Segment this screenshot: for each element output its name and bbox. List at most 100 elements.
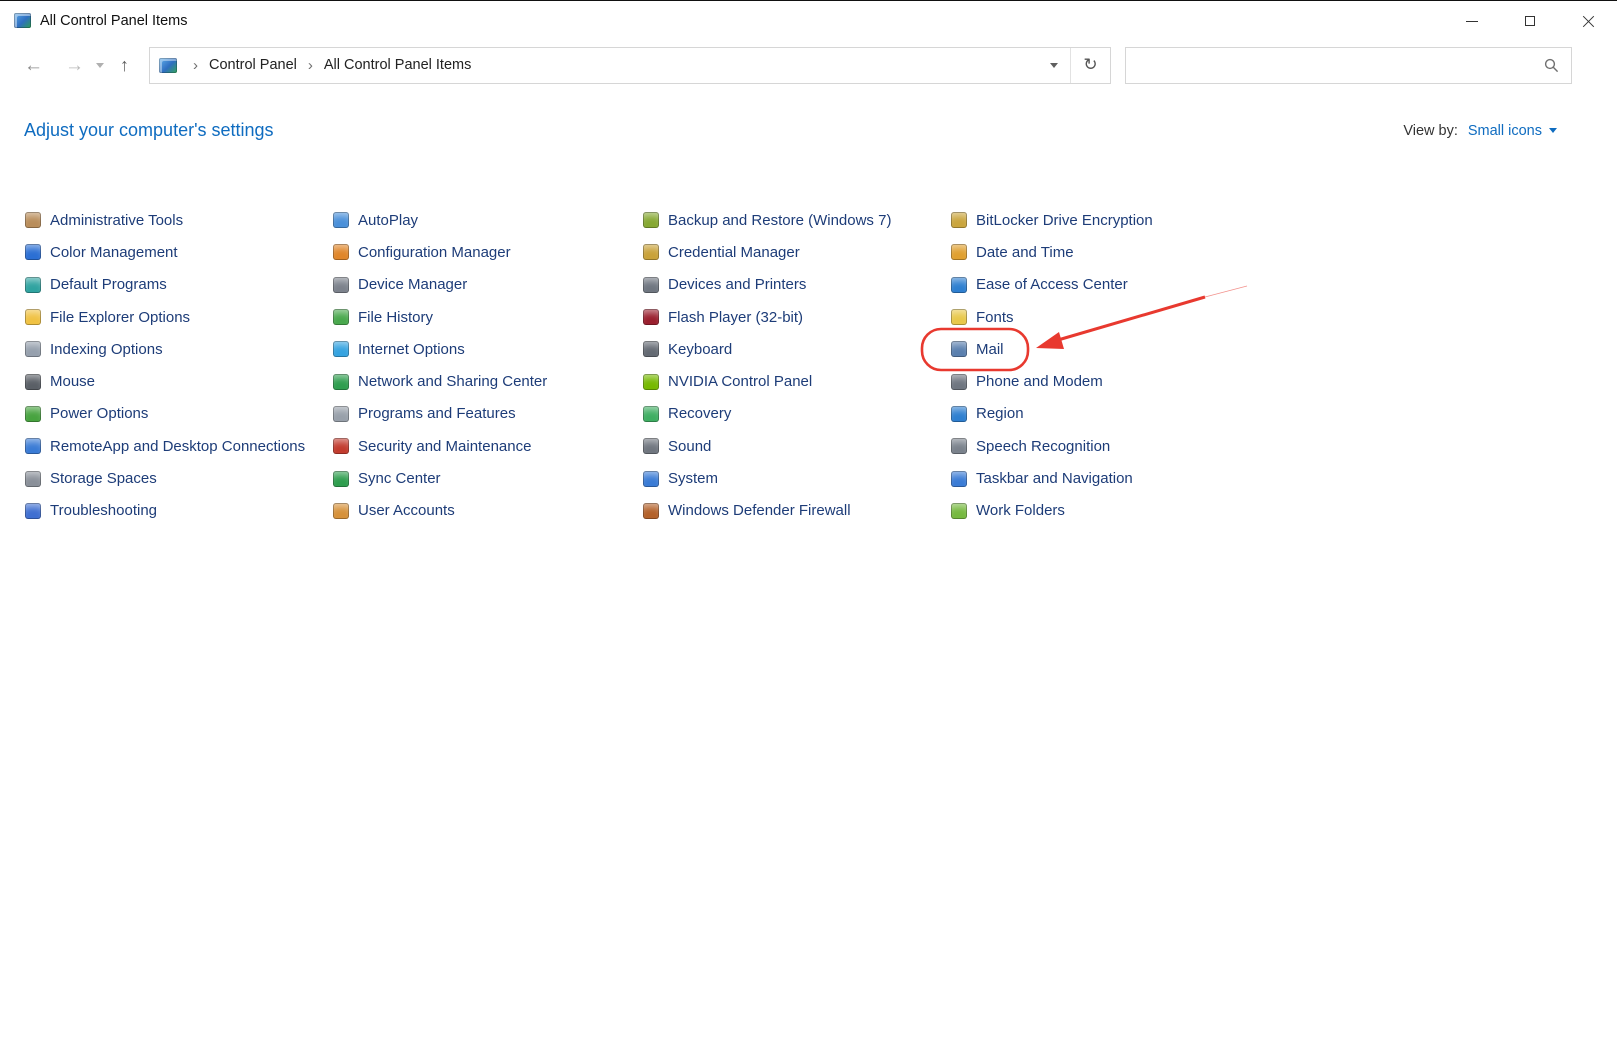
recent-pages-dropdown-icon[interactable] [96,62,104,68]
search-icon[interactable] [1544,58,1559,73]
search-box [1125,46,1572,84]
control-panel-item-internet-options[interactable]: Internet Options [332,333,642,365]
window-title: All Control Panel Items [40,12,188,29]
recovery-icon [643,405,659,422]
control-panel-item-autoplay[interactable]: AutoPlay [332,204,642,236]
control-panel-item-region[interactable]: Region [950,398,1290,430]
chevron-down-icon [1549,128,1557,133]
control-panel-item-label: Device Manager [358,276,468,294]
control-panel-item-fonts[interactable]: Fonts [950,301,1290,333]
control-panel-item-flash-player[interactable]: Flash Player (32-bit) [642,301,950,333]
control-panel-item-label: NVIDIA Control Panel [668,373,813,391]
control-panel-item-security-maintenance[interactable]: Security and Maintenance [332,430,642,462]
search-input[interactable] [1126,47,1544,83]
bitlocker-drive-encryption-icon [951,212,967,229]
work-folders-icon [951,502,967,519]
view-by-control: View by: Small icons [1403,123,1557,139]
indexing-options-icon [25,341,41,358]
taskbar-and-navigation-icon [951,470,967,487]
control-panel-item-mail[interactable]: Mail [950,333,1290,365]
control-panel-column: BitLocker Drive Encryption Date and Time E… [950,204,1290,527]
control-panel-item-windows-defender-firewall[interactable]: Windows Defender Firewall [642,495,950,527]
control-panel-item-label: Keyboard [668,340,733,358]
breadcrumb-all-control-panel-items[interactable]: All Control Panel Items [322,54,473,76]
control-panel-item-device-manager[interactable]: Device Manager [332,269,642,301]
fonts-icon [951,309,967,326]
mouse-icon [25,373,41,390]
refresh-button[interactable]: ↻ [1070,47,1110,83]
control-panel-item-bitlocker-drive-encryption[interactable]: BitLocker Drive Encryption [950,204,1290,236]
back-button[interactable]: ← [18,56,49,75]
address-bar[interactable]: › Control Panel › All Control Panel Item… [149,46,1111,84]
control-panel-item-troubleshooting[interactable]: Troubleshooting [24,495,332,527]
window-controls [1443,1,1617,41]
backup-and-restore-icon [643,212,659,229]
control-panel-item-user-accounts[interactable]: User Accounts [332,495,642,527]
control-panel-item-system[interactable]: System [642,462,950,494]
control-panel-item-power-options[interactable]: Power Options [24,398,332,430]
control-panel-item-label: User Accounts [358,502,455,520]
control-panel-item-credential-manager[interactable]: Credential Manager [642,236,950,268]
control-panel-item-phone-and-modem[interactable]: Phone and Modem [950,365,1290,397]
control-panel-item-label: Flash Player (32-bit) [668,308,804,326]
control-panel-item-label: BitLocker Drive Encryption [976,211,1153,229]
control-panel-item-label: Mail [976,340,1004,358]
storage-spaces-icon [25,470,41,487]
flash-player-icon [643,309,659,326]
default-programs-icon [25,276,41,293]
date-and-time-icon [951,244,967,261]
minimize-button[interactable] [1443,1,1501,41]
control-panel-app-icon [14,13,31,28]
control-panel-item-label: Devices and Printers [668,276,807,294]
control-panel-item-sync-center[interactable]: Sync Center [332,462,642,494]
control-panel-item-file-explorer-options[interactable]: File Explorer Options [24,301,332,333]
breadcrumb-separator: › [307,56,313,74]
control-panel-item-sound[interactable]: Sound [642,430,950,462]
control-panel-item-speech-recognition[interactable]: Speech Recognition [950,430,1290,462]
power-options-icon [25,405,41,422]
control-panel-item-work-folders[interactable]: Work Folders [950,495,1290,527]
control-panel-item-indexing-options[interactable]: Indexing Options [24,333,332,365]
control-panel-icon [159,57,177,73]
programs-and-features-icon [333,405,349,422]
view-by-label: View by: [1403,122,1458,139]
control-panel-item-backup-and-restore[interactable]: Backup and Restore (Windows 7) [642,204,950,236]
control-panel-item-date-and-time[interactable]: Date and Time [950,236,1290,268]
close-button[interactable] [1559,1,1617,41]
control-panel-item-nvidia-control-panel[interactable]: NVIDIA Control Panel [642,365,950,397]
control-panel-item-administrative-tools[interactable]: Administrative Tools [24,204,332,236]
control-panel-item-label: RemoteApp and Desktop Connections [50,437,306,455]
control-panel-item-programs-and-features[interactable]: Programs and Features [332,398,642,430]
control-panel-item-network-sharing-center[interactable]: Network and Sharing Center [332,365,642,397]
control-panel-column: Administrative Tools Color Management Defa… [24,204,332,527]
devices-and-printers-icon [643,276,659,293]
control-panel-item-color-management[interactable]: Color Management [24,236,332,268]
control-panel-item-recovery[interactable]: Recovery [642,398,950,430]
control-panel-item-configuration-manager[interactable]: Configuration Manager [332,236,642,268]
up-button[interactable]: ↑ [114,56,135,74]
control-panel-item-label: Taskbar and Navigation [976,470,1133,488]
control-panel-item-keyboard[interactable]: Keyboard [642,333,950,365]
ease-of-access-center-icon [951,276,967,293]
control-panel-item-label: Security and Maintenance [358,437,532,455]
forward-button[interactable]: → [59,56,90,75]
view-by-dropdown[interactable]: Small icons [1468,123,1557,139]
internet-options-icon [333,341,349,358]
control-panel-item-label: Troubleshooting [50,502,158,520]
control-panel-item-storage-spaces[interactable]: Storage Spaces [24,462,332,494]
control-panel-item-devices-and-printers[interactable]: Devices and Printers [642,269,950,301]
control-panel-item-mouse[interactable]: Mouse [24,365,332,397]
control-panel-item-file-history[interactable]: File History [332,301,642,333]
autoplay-icon [333,212,349,229]
maximize-button[interactable] [1501,1,1559,41]
control-panel-item-default-programs[interactable]: Default Programs [24,269,332,301]
control-panel-item-label: Default Programs [50,276,167,294]
user-accounts-icon [333,502,349,519]
address-dropdown-button[interactable] [1038,48,1070,83]
control-panel-item-taskbar-and-navigation[interactable]: Taskbar and Navigation [950,462,1290,494]
control-panel-item-label: Storage Spaces [50,470,157,488]
control-panel-item-ease-of-access-center[interactable]: Ease of Access Center [950,269,1290,301]
breadcrumb-control-panel[interactable]: Control Panel [207,54,299,76]
control-panel-item-remoteapp-desktop-connections[interactable]: RemoteApp and Desktop Connections [24,430,332,462]
control-panel-item-label: Speech Recognition [976,437,1111,455]
